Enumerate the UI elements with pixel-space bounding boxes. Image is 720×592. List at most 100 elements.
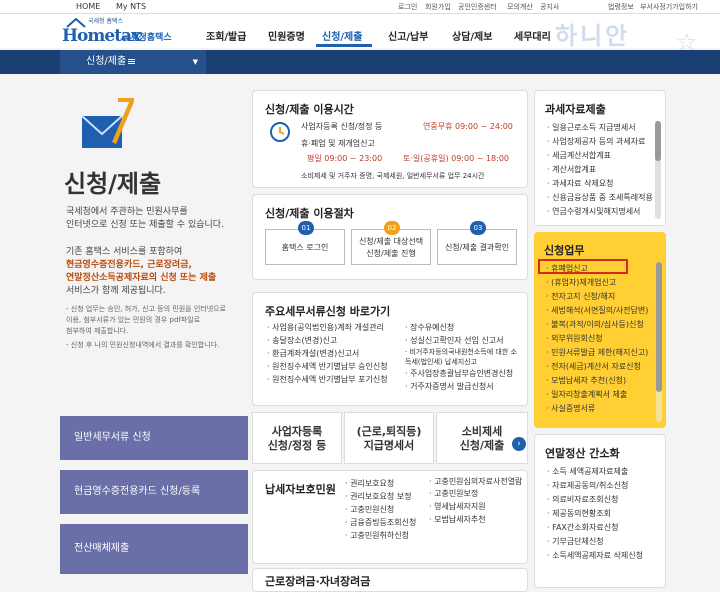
year-end-item[interactable]: · 소득세액공제자료 삭제신청 — [547, 549, 657, 563]
gnb-inquiry[interactable]: 조회/발급 — [206, 28, 246, 43]
tax-data-item[interactable]: · 세금계산서합계표 — [547, 149, 657, 163]
gnb-agent[interactable]: 세무대리 — [514, 28, 551, 43]
gnb-apply[interactable]: 신청/제출 — [322, 28, 362, 43]
taxpayer-col2: · 고충민원심의자료사전열람 · 고충민원보정 · 영세납세자지원 · 모범납세… — [429, 477, 525, 526]
apply-item[interactable]: · 민원서류발급 제한(해지신고) — [546, 346, 656, 360]
shortcut-item[interactable]: · 사업용(공익법인용)계좌 개설관리 — [267, 321, 405, 334]
tax-data-item[interactable]: · 사업장제공자 등의 과세자료 — [547, 135, 657, 149]
intro-line-1: 국세청에서 주관하는 민원사무를 — [66, 207, 188, 217]
shortcuts-col1: · 사업용(공익법인용)계좌 개설관리 · 송달장소(변경)신고 · 환급계좌개… — [267, 321, 405, 386]
apply-title: 신청업무 — [544, 244, 585, 257]
media-submit-button[interactable]: 전산매체제출 — [60, 524, 248, 574]
apply-item[interactable]: · 사실증명서류 — [546, 402, 656, 416]
shortcut-item[interactable]: · 성실신고확인자 선임 신고서 — [405, 334, 523, 347]
shortcut-item[interactable]: · 송달장소(변경)신고 — [267, 334, 405, 347]
earned-income-card: 근로장려금·자녀장려금 — [252, 568, 528, 592]
arrow-right-icon[interactable]: › — [512, 437, 526, 451]
tax-data-item[interactable]: · 계산서합계표 — [547, 163, 657, 177]
shortcut-item[interactable]: · 비거주자등의국내원천소득에 대한 소득세(법인세) 납세지신고 — [405, 347, 523, 367]
step-1-label: 홈택스 로그인 — [281, 243, 329, 252]
apply-item[interactable]: · (휴업자)재개업신고 — [546, 276, 656, 290]
year-end-item[interactable]: · 소득 세액공제자료제출 — [547, 465, 657, 479]
shortcut-item[interactable]: · 장수유예신청 — [405, 321, 523, 334]
year-end-item[interactable]: · 제공동의현황조회 — [547, 507, 657, 521]
taxpayer-protection-card: 납세자보호민원 · 권리보호요청 · 권리보호요청 보정 · 고충민원신청 · … — [252, 470, 528, 564]
highlight-box-closure — [538, 259, 628, 274]
procedure-title: 신청/제출 이용절차 — [265, 207, 354, 220]
taxpayer-item[interactable]: · 권리보호요청 보정 — [345, 490, 425, 503]
chevron-down-icon: ▼ — [192, 58, 198, 66]
tax-data-item[interactable]: · 신용금융상품 중 조세특례적용 — [547, 191, 657, 205]
apply-item[interactable]: · 불복(과적/이의/심사등)신청 — [546, 318, 656, 332]
apply-item[interactable]: · 일자리창출계획서 제출 — [546, 388, 656, 402]
tax-data-item[interactable]: · 연금수령개시및해지명세서 — [547, 205, 657, 219]
note-1-line-1: - 신청 업무는 승인, 허가, 신고 등의 민원을 인터넷으로 — [66, 305, 227, 313]
apply-item[interactable]: · 외부위원회신청 — [546, 332, 656, 346]
year-end-title: 연말정산 간소화 — [545, 447, 620, 460]
note-2: - 신청 후 나의 민원신청내역에서 결과를 확인합니다. — [66, 341, 220, 349]
shortcut-item[interactable]: · 환급계좌개설(변경)신고서 — [267, 347, 405, 360]
cash-receipt-card-button[interactable]: 현금영수증전용카드 신청/등록 — [60, 470, 248, 514]
clock-icon — [270, 122, 290, 142]
home-tab[interactable]: HOME — [76, 1, 100, 13]
scroll-thumb[interactable] — [656, 262, 662, 392]
section-selector-label: 신청/제출 — [86, 56, 127, 67]
active-menu-underline — [316, 44, 372, 47]
gnb-certificate[interactable]: 민원증명 — [268, 28, 305, 43]
taxpayer-title: 납세자보호민원 — [265, 483, 336, 496]
taxpayer-item[interactable]: · 모범납세자추천 — [429, 513, 525, 526]
cert-center-link[interactable]: 공인인증센터 — [458, 1, 497, 13]
apply-item[interactable]: · 전자(세금)계산서 자료신청 — [546, 360, 656, 374]
shortcut-item[interactable]: · 원천징수세액 반기별납부 승인신청 — [267, 360, 405, 373]
year-end-item[interactable]: · 기부금단체신청 — [547, 535, 657, 549]
quick-business-registration[interactable]: 사업자등록 신청/정정 등 — [252, 412, 342, 464]
hours-row3a-label: 평일 09:00 ~ 23:00 — [307, 154, 383, 163]
apply-item[interactable]: · 전자고지 신청/해지 — [546, 290, 656, 304]
apply-item[interactable]: · 세법해석(서면질의/사전답변) — [546, 304, 656, 318]
law-link[interactable]: 법령정보 — [608, 1, 634, 13]
scroll-thumb[interactable] — [655, 121, 661, 161]
tax-data-item[interactable]: · 과세자료 삭제요청 — [547, 177, 657, 191]
gnb-report[interactable]: 신고/납부 — [388, 28, 428, 43]
general-tax-doc-button[interactable]: 일반세무서류 신청 — [60, 416, 248, 460]
taxpayer-item[interactable]: · 고충민원보정 — [429, 487, 525, 500]
signup-link[interactable]: 회원가입 — [425, 1, 451, 13]
taxpayer-item[interactable]: · 고충민원취하신청 — [345, 529, 425, 542]
year-end-item[interactable]: · 의료비자료조회신청 — [547, 493, 657, 507]
shortcut-item[interactable]: · 거주자증명서 발급신청서 — [405, 380, 523, 393]
hometax-logo[interactable]: 국세청 홈택스 Hometax 국세청홈택스 — [62, 16, 180, 46]
quick-payment-statement[interactable]: (근로,퇴직등) 지급명세서 — [344, 412, 434, 464]
my-nts-tab[interactable]: My NTS — [116, 1, 146, 13]
hours-row1-label: 사업자등록 신청/정정 등 — [301, 122, 383, 131]
logo-kor: 국세청홈택스 — [122, 33, 172, 43]
login-link[interactable]: 로그인 — [398, 1, 417, 13]
calc-link[interactable]: 모의계산 — [507, 1, 533, 13]
tax-data-title: 과세자료제출 — [545, 103, 606, 116]
notice-link[interactable]: 공지사항 — [540, 1, 560, 13]
shortcuts-col2: · 장수유예신청 · 성실신고확인자 선임 신고서 · 비거주자등의국내원천소득… — [405, 321, 523, 393]
taxpayer-item[interactable]: · 고충민원신청 — [345, 503, 425, 516]
year-end-item[interactable]: · 자료제공동의/취소신청 — [547, 479, 657, 493]
taxpayer-item[interactable]: · 고충민원심의자료사전열람 — [429, 477, 525, 487]
tax-data-panel: 과세자료제출 · 일용근로소득 지급명세서 · 사업장제공자 등의 과세자료 ·… — [534, 90, 666, 226]
tax-data-scrollbar[interactable] — [655, 121, 661, 219]
shortcut-item[interactable]: · 원천징수세액 반기별납부 포기신청 — [267, 373, 405, 386]
year-end-item[interactable]: · FAX간소화자료신청 — [547, 521, 657, 535]
hours-card: 신청/제출 이용시간 사업자등록 신청/정정 등 연중무휴 09:00 ~ 24… — [252, 90, 528, 188]
section-selector[interactable]: 신청/제출 ▼ — [60, 50, 206, 74]
shortcut-item[interactable]: · 주사업장총괄납부승인변경신청 — [405, 367, 523, 380]
main-header: 국세청 홈택스 Hometax 국세청홈택스 조회/발급 민원증명 신청/제출 … — [0, 14, 720, 56]
tax-data-item[interactable]: · 일용근로소득 지급명세서 — [547, 121, 657, 135]
logo-small-text: 국세청 홈택스 — [88, 18, 124, 25]
gnb-consult[interactable]: 상담/제보 — [452, 28, 492, 43]
apply-scrollbar[interactable] — [656, 262, 662, 422]
menu-icon — [128, 59, 135, 60]
taxpayer-item[interactable]: · 금융증빙등조회신청 — [345, 516, 425, 529]
earned-title: 근로장려금·자녀장려금 — [265, 575, 371, 588]
taxpayer-item[interactable]: · 영세납세자지원 — [429, 500, 525, 513]
taxpayer-item[interactable]: · 권리보호요청 — [345, 477, 425, 490]
taxpayer-col1: · 권리보호요청 · 권리보호요청 보정 · 고충민원신청 · 금융증빙등조회신… — [345, 477, 425, 542]
dept-link[interactable]: 부서사정기가입하기 — [640, 1, 718, 13]
apply-item[interactable]: · 모범납세자 추천(신청) — [546, 374, 656, 388]
page-title: 신청/제출 — [64, 170, 162, 198]
